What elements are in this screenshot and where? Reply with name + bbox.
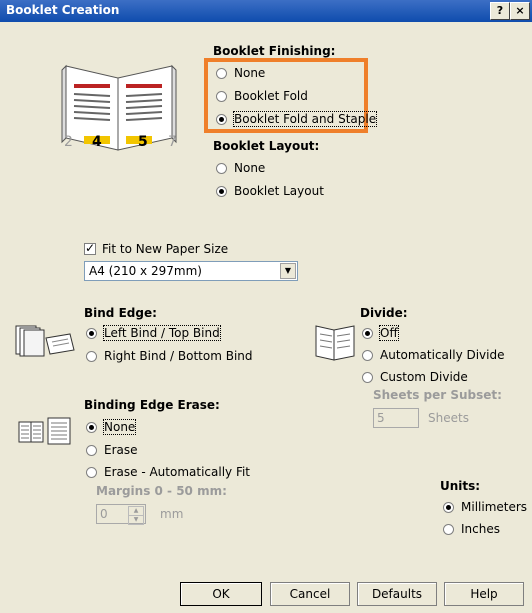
binding-edge-erase-heading: Binding Edge Erase: [84,398,220,412]
finishing-none-radio[interactable]: None [216,64,265,82]
cancel-button[interactable]: Cancel [270,582,350,606]
chevron-down-icon[interactable]: ▼ [280,263,296,279]
erase-none-radio[interactable]: None [86,418,137,436]
margins-spinner[interactable]: 0 ▲ ▼ [96,504,146,525]
binding-edge-erase-icon [18,417,71,445]
sheets-unit-label: Sheets [428,411,469,425]
sheets-per-subset-input[interactable]: 5 [373,408,419,428]
help-title-button[interactable]: ? [490,2,510,20]
bind-edge-heading: Bind Edge: [84,306,157,320]
layout-booklet-radio[interactable]: Booklet Layout [216,182,324,200]
divide-book-icon [315,325,355,361]
close-button[interactable]: × [510,2,530,20]
booklet-preview-icon [61,64,177,151]
ok-button[interactable]: OK [180,582,262,606]
layout-none-radio[interactable]: None [216,159,265,177]
divide-auto-radio[interactable]: Automatically Divide [362,346,505,364]
divide-custom-radio[interactable]: Custom Divide [362,368,468,386]
booklet-creation-dialog: Booklet Creation ? × 4 5 2 7 Booklet Fin… [0,0,532,613]
right-edge-number: 7 [168,134,177,150]
paper-size-select[interactable]: A4 (210 x 297mm) ▼ [84,261,298,281]
finishing-fold-staple-radio[interactable]: Booklet Fold and Staple [216,110,378,128]
margins-label: Margins 0 - 50 mm: [96,484,227,498]
margins-unit-label: mm [160,507,184,521]
bind-left-top-radio[interactable]: Left Bind / Top Bind [86,324,221,342]
fit-paper-size-checkbox[interactable]: Fit to New Paper Size [84,240,228,258]
units-millimeters-radio[interactable]: Millimeters [443,498,527,516]
finishing-heading: Booklet Finishing: [213,44,336,58]
erase-radio[interactable]: Erase [86,441,138,459]
erase-auto-fit-radio[interactable]: Erase - Automatically Fit [86,463,250,481]
finishing-booklet-fold-radio[interactable]: Booklet Fold [216,87,308,105]
left-edge-number: 2 [64,134,73,150]
help-button[interactable]: Help [444,582,524,606]
sheets-per-subset-label: Sheets per Subset: [373,388,502,402]
right-page-number: 5 [138,134,148,150]
divide-heading: Divide: [360,306,408,320]
spin-down-icon[interactable]: ▼ [128,515,144,525]
units-heading: Units: [440,479,481,493]
left-page-number: 4 [92,134,102,150]
defaults-button[interactable]: Defaults [357,582,437,606]
bind-edge-book-icon [15,325,75,357]
title-bar: Booklet Creation ? × [0,0,532,22]
bind-right-bottom-radio[interactable]: Right Bind / Bottom Bind [86,347,253,365]
units-inches-radio[interactable]: Inches [443,520,500,538]
dialog-title: Booklet Creation [6,3,120,17]
divide-off-radio[interactable]: Off [362,324,399,342]
layout-heading: Booklet Layout: [213,139,320,153]
